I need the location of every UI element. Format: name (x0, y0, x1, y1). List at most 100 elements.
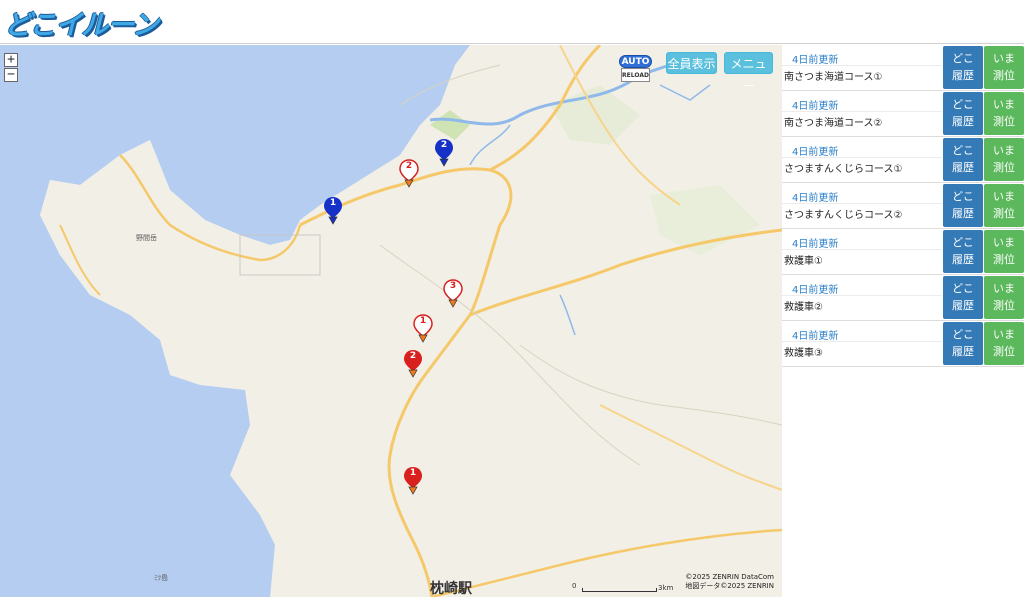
vehicle-marker[interactable]: 2 (434, 138, 454, 168)
vehicle-updated: 4日前更新 (792, 285, 839, 296)
zoom-out-button[interactable]: − (4, 68, 18, 82)
row-divider (782, 341, 942, 342)
marker-label: 1 (329, 198, 337, 208)
history-button-line1: どこ (952, 98, 974, 111)
vehicle-marker[interactable]: 2 (399, 159, 419, 189)
show-all-button[interactable]: 全員表示 (666, 52, 717, 74)
locate-button[interactable]: いま 測位 (984, 92, 1024, 135)
auto-reload-button[interactable]: AUTO RELOAD (619, 55, 652, 83)
app-logo[interactable]: どこイルーン (4, 4, 159, 41)
locate-button-line2: 測位 (993, 69, 1015, 82)
locate-button[interactable]: いま 測位 (984, 230, 1024, 273)
scale-end-label: 3km (658, 584, 674, 592)
locate-button[interactable]: いま 測位 (984, 276, 1024, 319)
vehicle-marker[interactable]: 1 (323, 196, 343, 226)
menu-button[interactable]: メニュー (724, 52, 773, 93)
zoom-in-button[interactable]: + (4, 53, 18, 67)
vehicle-list-panel: 4日前更新 南さつま海道コース① どこ 履歴 いま 測位 4日前更新 南さつま海道コ… (782, 45, 1024, 597)
vehicle-name: 南さつま海道コース② (784, 118, 883, 129)
vehicle-row: 4日前更新 救護車② どこ履歴 いま測位 (782, 275, 1024, 321)
vehicle-marker[interactable]: 3 (443, 279, 463, 309)
vehicle-row: 4日前更新 さつますんくじらコース① どこ履歴 いま測位 (782, 137, 1024, 183)
vehicle-updated: 4日前更新 (792, 101, 839, 112)
locate-button-line2: 測位 (993, 161, 1015, 174)
history-button-line2: 履歴 (952, 161, 974, 174)
row-divider (782, 203, 942, 204)
app-header: どこイルーン (0, 0, 1024, 44)
history-button[interactable]: どこ 履歴 (943, 184, 983, 227)
vehicle-name: 救護車③ (784, 348, 823, 359)
vehicle-marker[interactable]: 2 (403, 349, 423, 379)
map-copyright: ©2025 ZENRIN DataCom 地図データ©2025 ZENRIN (682, 573, 774, 591)
vehicle-name: さつますんくじらコース① (784, 164, 903, 175)
locate-button-line1: いま (993, 144, 1015, 157)
vehicle-name: さつますんくじらコース② (784, 210, 903, 221)
history-button-line1: どこ (952, 282, 974, 295)
vehicle-row: 4日前更新 救護車③ どこ履歴 いま測位 (782, 321, 1024, 367)
vehicle-row: 4日前更新 さつますんくじらコース② どこ履歴 いま 測位 (782, 183, 1024, 229)
vehicle-row: 4日前更新 南さつま海道コース② どこ履歴 いま 測位 (782, 91, 1024, 137)
history-button-line2: 履歴 (952, 207, 974, 220)
vehicle-name: 救護車② (784, 302, 823, 313)
row-divider (782, 157, 942, 158)
history-button-line2: 履歴 (952, 345, 974, 358)
vehicle-name: 救護車① (784, 256, 823, 267)
vehicle-row: 4日前更新 救護車① どこ履歴 いま測位 (782, 229, 1024, 275)
scale-bar (582, 588, 657, 592)
locate-button-line1: いま (993, 98, 1015, 111)
locate-button-line1: いま (993, 236, 1015, 249)
history-button-line2: 履歴 (952, 115, 974, 128)
map-view[interactable]: + − AUTO RELOAD 全員表示 メニュー 野間岳 枕崎駅 ﾐﾂ島 1 … (0, 45, 782, 597)
place-label-mountain: 野間岳 (136, 234, 157, 242)
locate-button-line1: いま (993, 52, 1015, 65)
copyright-line1: ©2025 ZENRIN DataCom (685, 573, 774, 581)
scale-start-label: 0 (572, 582, 577, 590)
copyright-line2: 地図データ©2025 ZENRIN (685, 582, 774, 590)
auto-reload-bottom-label: RELOAD (621, 68, 650, 82)
auto-reload-top-label: AUTO (619, 55, 652, 68)
history-button[interactable]: どこ 履歴 (943, 138, 983, 181)
locate-button[interactable]: いま 測位 (984, 322, 1024, 365)
history-button-line2: 履歴 (952, 69, 974, 82)
history-button-line1: どこ (952, 144, 974, 157)
locate-button-line1: いま (993, 328, 1015, 341)
map-scale: 0 3km (572, 582, 674, 594)
vehicle-marker[interactable]: 1 (403, 466, 423, 496)
locate-button-line2: 測位 (993, 299, 1015, 312)
history-button-line2: 履歴 (952, 253, 974, 266)
vehicle-updated: 4日前更新 (792, 193, 839, 204)
history-button[interactable]: どこ 履歴 (943, 92, 983, 135)
history-button-line1: どこ (952, 328, 974, 341)
vehicle-updated: 4日前更新 (792, 331, 839, 342)
vehicle-updated: 4日前更新 (792, 147, 839, 158)
locate-button-line2: 測位 (993, 253, 1015, 266)
vehicle-marker[interactable]: 1 (413, 314, 433, 344)
locate-button-line2: 測位 (993, 207, 1015, 220)
history-button[interactable]: どこ 履歴 (943, 230, 983, 273)
history-button[interactable]: どこ 履歴 (943, 46, 983, 89)
locate-button-line1: いま (993, 282, 1015, 295)
logo-text: どこイルーン (4, 9, 159, 41)
vehicle-updated: 4日前更新 (792, 55, 839, 66)
history-button[interactable]: どこ 履歴 (943, 276, 983, 319)
history-button-line2: 履歴 (952, 299, 974, 312)
history-button-line1: どこ (952, 52, 974, 65)
vehicle-updated: 4日前更新 (792, 239, 839, 250)
place-label-station: 枕崎駅 (430, 581, 472, 597)
marker-label: 2 (405, 161, 413, 171)
marker-label: 3 (449, 281, 457, 291)
marker-label: 2 (409, 351, 417, 361)
locate-button[interactable]: いま 測位 (984, 138, 1024, 181)
vehicle-row: 4日前更新 南さつま海道コース① どこ履歴 いま測位 (782, 45, 1024, 91)
history-button-line1: どこ (952, 190, 974, 203)
locate-button[interactable]: いま 測位 (984, 46, 1024, 89)
vehicle-name: 南さつま海道コース① (784, 72, 883, 83)
marker-label: 1 (409, 468, 417, 478)
row-divider (782, 295, 942, 296)
history-button-line1: どこ (952, 236, 974, 249)
locate-button-line2: 測位 (993, 345, 1015, 358)
place-label-island: ﾐﾂ島 (154, 574, 168, 582)
locate-button[interactable]: いま 測位 (984, 184, 1024, 227)
row-divider (782, 249, 942, 250)
history-button[interactable]: どこ 履歴 (943, 322, 983, 365)
